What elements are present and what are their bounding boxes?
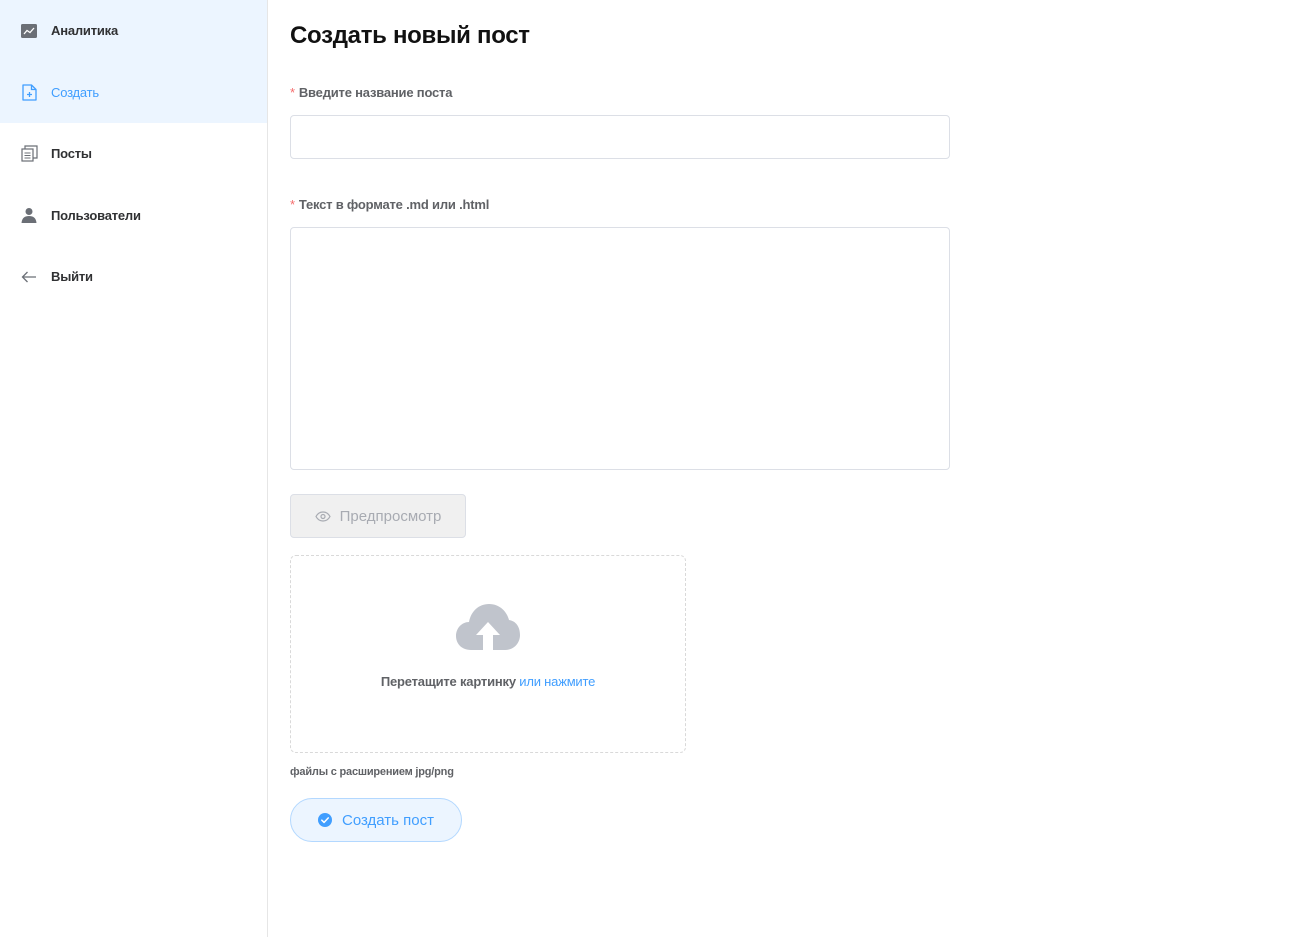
upload-cloud-icon (455, 602, 521, 657)
upload-tip: файлы с расширением jpg/png (290, 766, 454, 778)
chart-icon (20, 22, 38, 40)
create-post-button-label: Создать пост (341, 811, 434, 829)
sidebar-item-posts[interactable]: Посты (0, 123, 267, 185)
required-mark: * (290, 197, 295, 212)
upload-instructions: Перетащите картинку или нажмите (291, 674, 685, 689)
upload-text: Перетащите картинку (380, 674, 520, 689)
sidebar-item-label: Пользователи (51, 207, 141, 223)
body-field-label-text: Текст в формате .md или .html (298, 197, 490, 212)
sidebar-item-logout[interactable]: Выйти (0, 246, 267, 308)
document-add-icon (20, 83, 38, 101)
sidebar: Аналитика Создать Посты Пользователи Вый… (0, 0, 268, 937)
image-upload-dropzone[interactable]: Перетащите картинку или нажмите (290, 555, 686, 753)
title-field-label-text: Введите название поста (298, 85, 453, 100)
required-mark: * (290, 85, 295, 100)
preview-button-label: Предпросмотр (339, 507, 442, 525)
sidebar-item-label: Аналитика (51, 23, 119, 39)
eye-icon (314, 510, 331, 522)
page-title: Создать новый пост (290, 22, 530, 49)
post-body-textarea[interactable] (290, 227, 950, 470)
documents-icon (20, 145, 38, 163)
sidebar-item-users[interactable]: Пользователи (0, 185, 267, 247)
sidebar-item-label: Создать (51, 84, 100, 100)
preview-button[interactable]: Предпросмотр (290, 494, 466, 538)
title-field-label: * Введите название поста (290, 85, 452, 100)
app: Аналитика Создать Посты Пользователи Вый… (0, 0, 1294, 937)
body-field-label: * Текст в формате .md или .html (290, 197, 489, 212)
upload-click-link[interactable]: или нажмите (519, 674, 595, 689)
create-post-button[interactable]: Создать пост (290, 798, 462, 842)
sidebar-item-create[interactable]: Создать (0, 61, 267, 123)
sidebar-item-analytics[interactable]: Аналитика (0, 0, 267, 62)
arrow-left-icon (20, 268, 38, 286)
check-circle-icon (317, 813, 332, 827)
post-title-input[interactable] (290, 115, 950, 159)
sidebar-item-label: Посты (51, 146, 92, 162)
sidebar-item-label: Выйти (51, 269, 93, 285)
user-icon (20, 206, 38, 224)
